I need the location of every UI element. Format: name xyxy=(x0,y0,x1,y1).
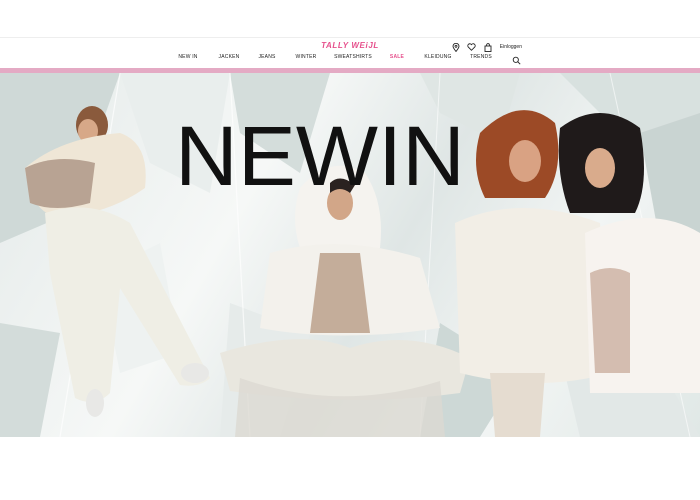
nav-item-winter[interactable]: WINTER xyxy=(296,54,317,60)
page-below-banner xyxy=(0,437,700,500)
nav-item-kleidung[interactable]: KLEIDUNG xyxy=(424,54,451,60)
bag-icon[interactable] xyxy=(483,42,493,52)
nav-item-trends[interactable]: TRENDS xyxy=(470,54,492,60)
hero-image: NEWIN xyxy=(0,73,700,437)
search-icon[interactable] xyxy=(512,52,521,65)
nav-item-jacken[interactable]: JACKEN xyxy=(219,54,240,60)
nav-item-new-in[interactable]: NEW IN xyxy=(178,54,197,60)
brand-logo[interactable]: TALLY WEiJL xyxy=(0,41,700,50)
location-icon[interactable] xyxy=(451,42,461,52)
nav-item-sale[interactable]: SALE xyxy=(390,54,404,60)
hero-banner[interactable]: NEWIN xyxy=(0,73,700,437)
hero-headline: NEWIN xyxy=(175,109,465,203)
nav-item-jeans[interactable]: JEANS xyxy=(258,54,275,60)
header-utilities: Einloggen xyxy=(451,42,522,52)
main-navigation: NEW IN JACKEN JEANS WINTER SWEATSHIRTS S… xyxy=(0,54,700,66)
nav-item-sweatshirts[interactable]: SWEATSHIRTS xyxy=(334,54,372,60)
site-header: TALLY WEiJL Einloggen NEW IN JACKEN JEAN… xyxy=(0,38,700,68)
login-link[interactable]: Einloggen xyxy=(500,44,522,50)
top-whitespace xyxy=(0,0,700,38)
heart-icon[interactable] xyxy=(467,42,477,52)
